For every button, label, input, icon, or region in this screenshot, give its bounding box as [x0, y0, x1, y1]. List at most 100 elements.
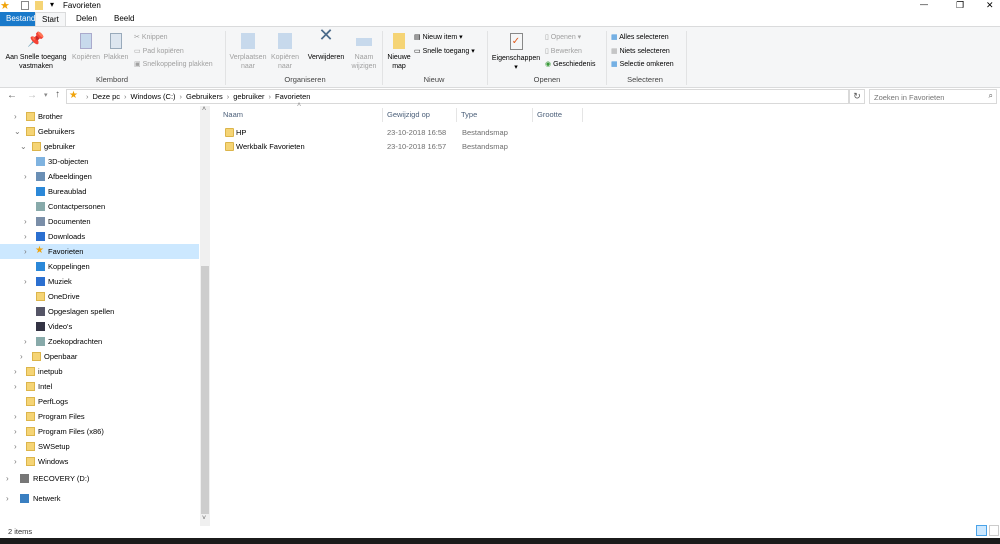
chevron-right-icon[interactable]: ›	[14, 379, 17, 394]
edit-button[interactable]: ▯ Bewerken	[545, 47, 582, 56]
open-button[interactable]: ▯ Openen ▾	[545, 33, 581, 42]
properties-button[interactable]: ✓ Eigenschappen ▾	[490, 33, 542, 72]
tree-item[interactable]: › Muziek	[0, 274, 199, 289]
tree-item[interactable]: Opgeslagen spellen	[0, 304, 199, 319]
tab-beeld[interactable]: Beeld	[108, 12, 140, 26]
chevron-right-icon[interactable]: ›	[24, 244, 27, 259]
refresh-button[interactable]: ↻	[849, 89, 865, 104]
tree-item[interactable]: › Zoekopdrachten	[0, 334, 199, 349]
tree-item[interactable]: Contactpersonen	[0, 199, 199, 214]
cut-button[interactable]: ✂ Knippen	[134, 33, 168, 42]
up-button[interactable]: ↑	[55, 89, 60, 100]
new-item-button[interactable]: ▤ Nieuw item ▾	[414, 33, 463, 42]
tree-item[interactable]: › Program Files (x86)	[0, 424, 199, 439]
chevron-right-icon[interactable]: ›	[24, 169, 27, 184]
chevron-down-icon[interactable]: ⌄	[20, 139, 27, 154]
tree-item[interactable]: › ★ Favorieten	[0, 244, 199, 259]
chevron-right-icon[interactable]: ›	[14, 409, 17, 424]
chevron-right-icon[interactable]: ›	[24, 214, 27, 229]
tree-item[interactable]: › Brother	[0, 109, 199, 124]
properties-quick-icon[interactable]	[21, 1, 29, 10]
chevron-right-icon[interactable]: ›	[24, 334, 27, 349]
move-to-button[interactable]: Verplaatsen naar	[228, 33, 268, 71]
close-button[interactable]: ✕	[986, 0, 994, 11]
chevron-right-icon[interactable]: ›	[24, 229, 27, 244]
easy-access-button[interactable]: ▭ Snelle toegang ▾	[414, 47, 475, 56]
paste-shortcut-button[interactable]: ▣ Snelkoppeling plakken	[134, 60, 213, 69]
paste-button[interactable]: Plakken	[102, 33, 130, 62]
chevron-right-icon[interactable]: ›	[14, 109, 17, 124]
chevron-right-icon[interactable]: ›	[6, 491, 9, 506]
chevron-right-icon[interactable]: ›	[14, 364, 17, 379]
tree-item[interactable]: OneDrive	[0, 289, 199, 304]
delete-button[interactable]: ✕ Verwijderen	[304, 26, 348, 62]
tab-bestand[interactable]: Bestand	[0, 12, 35, 26]
column-header-naam[interactable]: Naam	[219, 108, 383, 122]
recent-locations-button[interactable]: ▾	[44, 91, 48, 99]
chevron-right-icon[interactable]: ›	[14, 454, 17, 469]
breadcrumb-item[interactable]: gebruiker	[233, 92, 264, 101]
tree-item[interactable]: › Netwerk	[0, 491, 199, 506]
chevron-right-icon[interactable]: ›	[20, 349, 23, 364]
breadcrumb-separator[interactable]: ›	[269, 92, 272, 101]
tree-item[interactable]: 3D-objecten	[0, 154, 199, 169]
breadcrumb-separator[interactable]: ›	[180, 92, 183, 101]
scrollbar-thumb[interactable]	[201, 266, 209, 514]
breadcrumb-separator[interactable]: ›	[227, 92, 230, 101]
tree-item[interactable]: › inetpub	[0, 364, 199, 379]
back-button[interactable]: ←	[7, 90, 17, 101]
forward-button[interactable]: →	[27, 90, 37, 101]
tree-item[interactable]: › Afbeeldingen	[0, 169, 199, 184]
select-all-button[interactable]: ▦ Alles selecteren	[611, 33, 669, 42]
select-none-button[interactable]: ▦ Niets selecteren	[611, 47, 670, 56]
new-folder-quick-icon[interactable]	[35, 1, 43, 10]
breadcrumb-item[interactable]: Favorieten	[275, 92, 310, 101]
chevron-right-icon[interactable]: ›	[14, 424, 17, 439]
column-header-gewijzigd[interactable]: Gewijzigd op	[383, 108, 457, 122]
copy-button[interactable]: Kopiëren	[70, 33, 102, 62]
breadcrumb-item[interactable]: Windows (C:)	[131, 92, 176, 101]
file-row[interactable]: HP 23-10-2018 16:58 Bestandsmap	[222, 126, 582, 140]
tree-item[interactable]: ⌄ Gebruikers	[0, 124, 199, 139]
chevron-right-icon[interactable]: ›	[6, 471, 9, 486]
tree-item[interactable]: › Windows	[0, 454, 199, 469]
chevron-down-icon[interactable]: ⌄	[14, 124, 21, 139]
breadcrumb-separator[interactable]: ›	[86, 92, 89, 101]
tree-item[interactable]: › Intel	[0, 379, 199, 394]
tree-item[interactable]: › SWSetup	[0, 439, 199, 454]
invert-selection-button[interactable]: ▦ Selectie omkeren	[611, 60, 674, 69]
breadcrumb-separator[interactable]: ›	[124, 92, 127, 101]
copy-path-button[interactable]: ▭ Pad kopiëren	[134, 47, 184, 56]
chevron-right-icon[interactable]: ›	[14, 439, 17, 454]
tree-item[interactable]: › Documenten	[0, 214, 199, 229]
breadcrumb-item[interactable]: Deze pc	[93, 92, 121, 101]
file-row[interactable]: Werkbalk Favorieten 23-10-2018 16:57 Bes…	[222, 140, 582, 154]
tree-scrollbar[interactable]: ˄ ˅	[200, 106, 210, 526]
chevron-right-icon[interactable]: ›	[24, 274, 27, 289]
search-box[interactable]: ⌕	[869, 89, 997, 104]
tree-item[interactable]: Video's	[0, 319, 199, 334]
details-view-button[interactable]	[976, 525, 987, 536]
address-field[interactable]: ★ › Deze pc › Windows (C:) › Gebruikers › gebru…	[66, 89, 849, 104]
column-header-grootte[interactable]: Grootte	[533, 108, 583, 122]
star-icon[interactable]: ★	[0, 0, 10, 12]
scroll-down-arrow[interactable]: ˅	[202, 515, 206, 522]
tree-item[interactable]: PerfLogs	[0, 394, 199, 409]
search-input[interactable]	[874, 91, 982, 103]
breadcrumb-item[interactable]: Gebruikers	[186, 92, 223, 101]
scroll-up-arrow[interactable]: ˄	[202, 106, 206, 113]
tree-item[interactable]: ⌄ gebruiker	[0, 139, 199, 154]
history-button[interactable]: ◉ Geschiedenis	[545, 60, 595, 69]
rename-button[interactable]: Naam wijzigen	[348, 33, 380, 71]
minimize-button[interactable]: —	[920, 0, 928, 9]
tree-item[interactable]: › RECOVERY (D:)	[0, 471, 199, 486]
tree-item[interactable]: › Downloads	[0, 229, 199, 244]
column-header-type[interactable]: Type	[457, 108, 533, 122]
customize-quick-access-icon[interactable]: ▾	[50, 0, 54, 9]
tab-delen[interactable]: Delen	[70, 12, 103, 26]
tree-item[interactable]: › Program Files	[0, 409, 199, 424]
new-folder-button[interactable]: Nieuwe map	[385, 33, 413, 71]
tree-item[interactable]: › Openbaar	[0, 349, 199, 364]
tree-item[interactable]: Koppelingen	[0, 259, 199, 274]
restore-button[interactable]: ❐	[956, 0, 964, 11]
